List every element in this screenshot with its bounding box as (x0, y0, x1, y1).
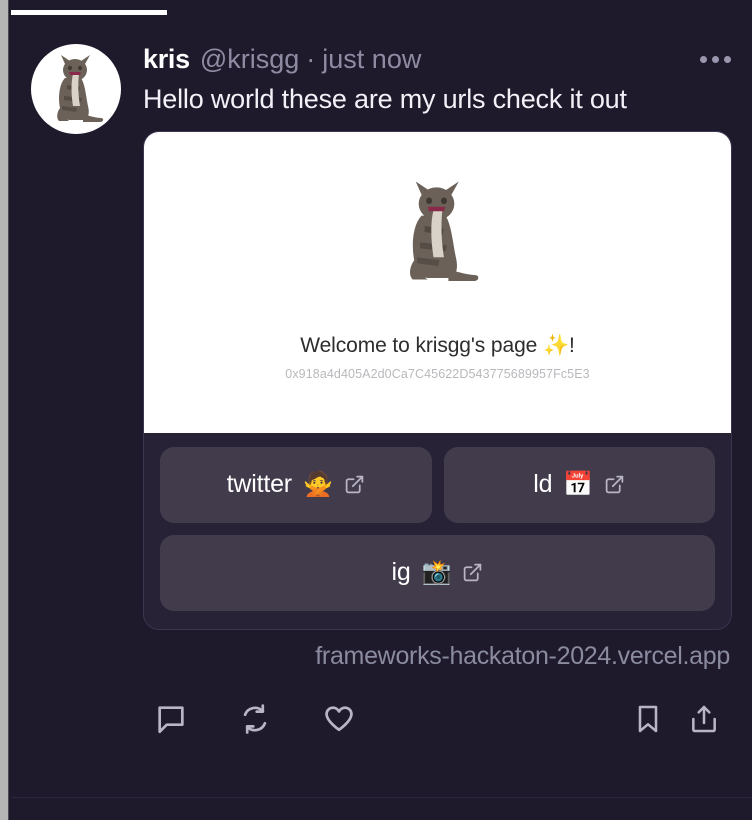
link-label: twitter (226, 470, 292, 499)
link-row-top: twitter 🙅 ld 📅 (160, 446, 715, 523)
bookmark-button[interactable] (620, 693, 676, 745)
progress-bar-fill (11, 10, 167, 15)
post-container: kris @krisgg · just now Hello world thes… (11, 22, 752, 798)
avatar[interactable] (31, 44, 121, 134)
comment-icon (158, 706, 184, 733)
ellipsis-dot (699, 55, 707, 63)
header-separator: · (306, 44, 316, 74)
link-card-image-area: Welcome to krisgg's page ✨! 0x918a4d405A… (144, 131, 731, 433)
bookmark-icon (638, 705, 658, 733)
external-link-icon (462, 562, 483, 583)
ellipsis-dot (723, 55, 731, 63)
share-icon (692, 705, 716, 733)
card-welcome-heading: Welcome to krisgg's page ✨! (300, 333, 575, 357)
post-body: kris @krisgg · just now Hello world thes… (143, 44, 732, 747)
like-button[interactable] (311, 693, 367, 745)
cat-photo-icon (384, 178, 492, 286)
post-timestamp[interactable]: just now (322, 44, 421, 75)
link-button-twitter[interactable]: twitter 🙅 (160, 446, 432, 523)
link-label: ig (391, 558, 411, 587)
calendar-emoji: 📅 (563, 470, 594, 498)
wallet-address: 0x918a4d405A2d0Ca7C45622D543775689957Fc5… (285, 366, 590, 381)
ellipsis-dot (711, 55, 719, 63)
external-link-icon (344, 474, 365, 495)
link-button-ld[interactable]: ld 📅 (443, 446, 715, 523)
camera-flash-emoji: 📸 (421, 558, 452, 586)
link-card-url[interactable]: frameworks-hackaton-2024.vercel.app (143, 642, 732, 671)
progress-bar-track (11, 10, 752, 15)
author-handle[interactable]: @krisgg (200, 44, 299, 75)
post-header: kris @krisgg · just now (143, 44, 732, 75)
app-window: kris @krisgg · just now Hello world thes… (0, 0, 752, 820)
repost-button[interactable] (227, 693, 283, 745)
ellipsis-icon[interactable] (698, 46, 732, 72)
cat-photo-svg (409, 181, 478, 281)
link-preview-card[interactable]: Welcome to krisgg's page ✨! 0x918a4d405A… (143, 130, 732, 630)
gesturing-no-emoji: 🙅 (302, 470, 333, 498)
link-card-buttons: twitter 🙅 ld 📅 ig 📸 (144, 432, 731, 629)
link-label: ld (533, 470, 553, 499)
window-edge-strip (0, 0, 9, 820)
repost-icon (243, 703, 267, 734)
share-button[interactable] (676, 693, 732, 745)
reply-button[interactable] (143, 693, 199, 745)
heart-icon (325, 706, 353, 731)
post-action-bar (143, 691, 732, 747)
post-text: Hello world these are my urls check it o… (143, 84, 627, 115)
cat-avatar-icon (57, 55, 104, 122)
external-link-icon (604, 474, 625, 495)
link-button-ig[interactable]: ig 📸 (160, 534, 715, 611)
author-display-name[interactable]: kris (143, 44, 190, 75)
post-row: kris @krisgg · just now Hello world thes… (31, 44, 732, 747)
link-row-bottom: ig 📸 (160, 534, 715, 611)
